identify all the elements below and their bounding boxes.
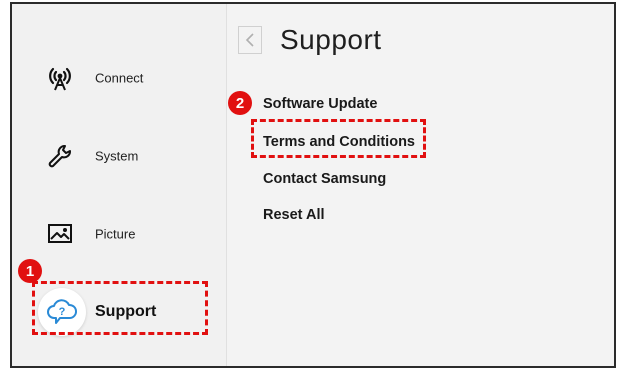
terms-highlight-box [251, 119, 426, 158]
panel-divider [226, 4, 227, 366]
antenna-icon [46, 64, 74, 92]
sidebar-item-picture[interactable]: Picture [12, 206, 226, 262]
page-title: Support [280, 24, 382, 55]
sidebar-item-label: Connect [95, 70, 144, 86]
sidebar-item-system[interactable]: System [12, 128, 226, 184]
picture-icon [46, 220, 74, 248]
sidebar-item-connect[interactable]: Connect [12, 50, 226, 106]
chevron-left-icon [245, 33, 254, 47]
menu-item-reset-all[interactable]: Reset All [263, 207, 325, 223]
content-header: Support [238, 24, 382, 56]
sidebar-item-label: Picture [95, 226, 136, 242]
support-highlight-box [32, 281, 208, 335]
back-button[interactable] [238, 26, 262, 54]
wrench-icon [46, 142, 74, 170]
step-badge-1: 1 [18, 259, 42, 283]
step-badge-2: 2 [228, 91, 252, 115]
sidebar-item-label: System [95, 148, 139, 164]
menu-item-contact-samsung[interactable]: Contact Samsung [263, 171, 386, 187]
menu-item-software-update[interactable]: Software Update [263, 96, 377, 112]
